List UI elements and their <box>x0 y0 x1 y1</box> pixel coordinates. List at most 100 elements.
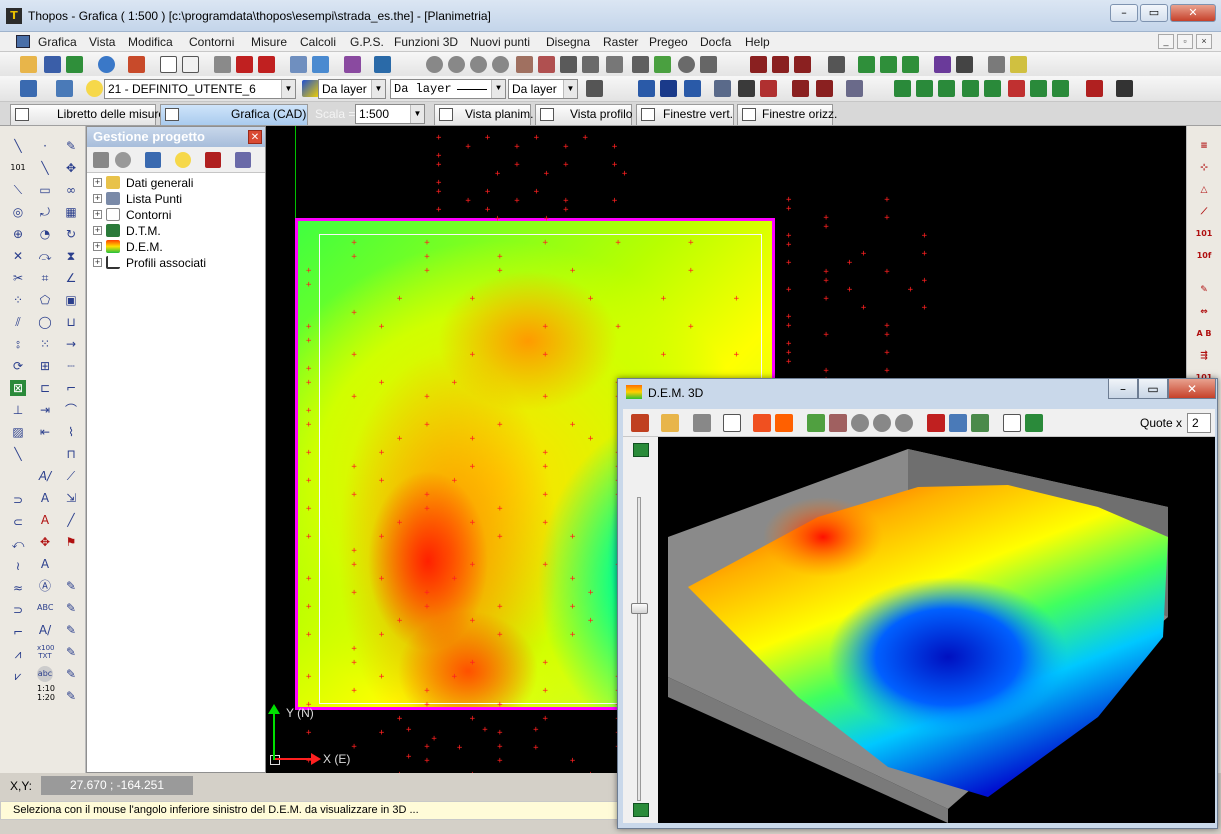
wall-icon[interactable]: ⊓ <box>63 446 79 462</box>
menu-nuovi-punti[interactable]: Nuovi punti <box>470 35 530 49</box>
zoom-in-3d-icon[interactable] <box>851 414 869 432</box>
dash-curve-icon[interactable]: ⌇ <box>63 424 79 440</box>
menu-raster[interactable]: Raster <box>603 35 638 49</box>
pen-icon[interactable] <box>606 56 623 73</box>
text-align-icon[interactable]: A <box>37 556 53 572</box>
pick-icon[interactable] <box>582 56 599 73</box>
grid-bottom-icon[interactable] <box>633 803 649 817</box>
print-icon[interactable] <box>214 56 231 73</box>
light-icon[interactable] <box>807 414 825 432</box>
expand-icon[interactable]: + <box>93 178 102 187</box>
export-icon[interactable] <box>66 56 83 73</box>
point-cloud-icon[interactable] <box>760 80 777 97</box>
dotted-grid-icon[interactable]: ⁙ <box>37 336 53 352</box>
binoculars-icon[interactable] <box>700 56 717 73</box>
menu-help[interactable]: Help <box>745 35 770 49</box>
brush-icon[interactable] <box>714 80 731 97</box>
solid-icon[interactable] <box>775 414 793 432</box>
lightbulb-icon[interactable] <box>175 152 191 168</box>
node-icon[interactable]: ∞ <box>63 182 79 198</box>
text-rotate-icon[interactable]: Ⓐ <box>37 578 53 594</box>
close-button[interactable]: ✕ <box>1170 4 1216 22</box>
fillet-icon[interactable]: ⌒ <box>63 402 79 418</box>
offset-icon[interactable]: ⫽ <box>10 314 26 330</box>
target-icon[interactable]: ⊕ <box>10 226 26 242</box>
scatter-icon[interactable]: ⁘ <box>10 292 26 308</box>
scala-select[interactable]: 1:500 ▼ <box>355 104 425 124</box>
terrain-fill-icon[interactable] <box>1030 80 1047 97</box>
x100-txt-icon[interactable]: x100 TXT <box>37 644 55 660</box>
expand-icon[interactable]: + <box>93 194 102 203</box>
layers-icon[interactable] <box>20 80 37 97</box>
measure-line-icon[interactable]: ⟋ <box>63 468 79 484</box>
camera-icon[interactable] <box>660 80 677 97</box>
slash-icon[interactable]: ╲ <box>10 446 26 462</box>
menu-funzioni-3d[interactable]: Funzioni 3D <box>394 35 458 49</box>
arc-6-icon[interactable]: ⊃ <box>10 602 26 618</box>
polyline-2-icon[interactable]: ⊏ <box>37 380 53 396</box>
terrain-3d-icon[interactable] <box>1025 414 1043 432</box>
dem-3d-window[interactable]: D.E.M. 3D – ▭ ✕ Quote x 2 <box>617 378 1218 829</box>
refresh-icon[interactable] <box>145 152 161 168</box>
pdf-icon[interactable] <box>1010 56 1027 73</box>
eraser-icon[interactable] <box>128 56 145 73</box>
move-points-icon[interactable]: ⇔ <box>1195 304 1213 320</box>
lightbulb-icon[interactable] <box>86 80 103 97</box>
move-icon[interactable]: ✥ <box>63 160 79 176</box>
quote-input[interactable]: 2 <box>1187 413 1211 433</box>
cross-icon[interactable]: ✕ <box>10 248 26 264</box>
linetype-select[interactable]: Da layer ▼ <box>390 79 506 99</box>
panel-close-button[interactable]: ✕ <box>248 130 262 144</box>
terrain-5-icon[interactable] <box>984 80 1001 97</box>
menu-grafica[interactable]: Grafica <box>38 35 77 49</box>
text-style-icon[interactable]: A/ <box>37 468 53 484</box>
save-icon[interactable] <box>44 56 61 73</box>
chain-icon[interactable]: ⦂ <box>10 336 26 352</box>
text-move-icon[interactable]: ✥ <box>37 534 53 550</box>
menu-docfa[interactable]: Docfa <box>700 35 731 49</box>
new-file-icon[interactable] <box>20 56 37 73</box>
zoom-extents-icon[interactable] <box>492 56 509 73</box>
terrain-level-icon[interactable] <box>1052 80 1069 97</box>
grid-icon[interactable]: ▦ <box>63 204 79 220</box>
flag-2-icon[interactable] <box>816 80 833 97</box>
circle-icon[interactable]: ◎ <box>10 204 26 220</box>
pan-3d-icon[interactable] <box>829 414 847 432</box>
point-add-icon[interactable]: ⊹ <box>1195 160 1213 176</box>
numbered-101-icon[interactable]: 101 <box>1195 226 1213 242</box>
draw-4-icon[interactable]: ✎ <box>63 644 79 660</box>
text-color-icon[interactable]: ⚑ <box>63 534 79 550</box>
book-icon[interactable] <box>934 56 951 73</box>
point-triangle-icon[interactable]: △ <box>1195 182 1213 198</box>
cross-arc-icon[interactable]: ≈ <box>10 580 26 596</box>
zoom-in-icon[interactable] <box>426 56 443 73</box>
export-layer-icon[interactable]: ⇥ <box>37 402 53 418</box>
wireframe-icon[interactable] <box>753 414 771 432</box>
terrain-4-icon[interactable] <box>962 80 979 97</box>
arrows-icon[interactable] <box>1086 80 1103 97</box>
terrain-2-icon[interactable] <box>916 80 933 97</box>
area-icon[interactable]: ▣ <box>63 292 79 308</box>
ab-icon[interactable]: A B <box>1195 326 1213 342</box>
zigzag-2-icon[interactable]: ⩗ <box>10 668 26 684</box>
rotate-view-icon[interactable] <box>693 414 711 432</box>
menu-misure[interactable]: Misure <box>251 35 287 49</box>
zoom-window-icon[interactable] <box>448 56 465 73</box>
find-icon[interactable] <box>678 56 695 73</box>
doc-icon[interactable] <box>846 80 863 97</box>
arc-5-icon[interactable]: ⤺ <box>10 536 26 552</box>
merge-icon[interactable]: ⇶ <box>1195 348 1213 364</box>
lineweight-select[interactable]: Da layer ▼ <box>508 79 578 99</box>
arc-4-icon[interactable]: ⊂ <box>10 514 26 530</box>
layer-select[interactable]: 21 - DEFINITO_UTENTE_6 ▼ <box>104 79 296 99</box>
text-arrow-icon[interactable]: ⇲ <box>63 490 79 506</box>
measure-icon[interactable] <box>344 56 361 73</box>
dxf-import-icon[interactable] <box>236 56 253 73</box>
text-frame-icon[interactable] <box>374 56 391 73</box>
station-icon[interactable] <box>750 56 767 73</box>
thopos-logo-icon[interactable]: T <box>6 8 22 24</box>
pin-icon[interactable] <box>205 152 221 168</box>
tab-finestre-vert[interactable]: Finestre vert. <box>636 104 734 125</box>
segment-icon[interactable]: ⟍ <box>10 182 26 198</box>
text-edit-icon[interactable]: A <box>37 512 53 528</box>
